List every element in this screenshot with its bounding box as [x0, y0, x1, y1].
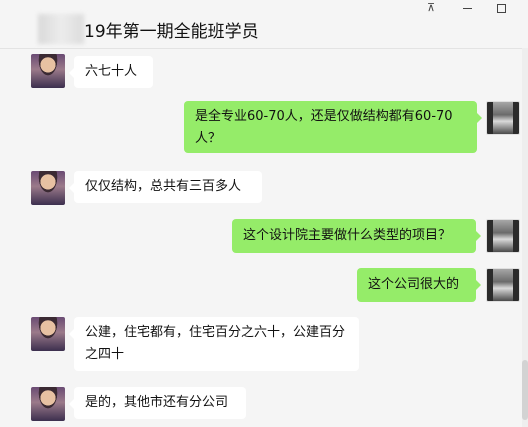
chat-title: 19年第一期全能班学员 [84, 22, 259, 42]
message-text: 这个公司很大的 [368, 277, 460, 292]
message-text: 公建，住宅都有，住宅百分之六十，公建百分之四十 [85, 325, 346, 362]
avatar[interactable] [31, 387, 65, 421]
maximize-icon[interactable] [490, 1, 512, 15]
avatar[interactable] [486, 219, 520, 253]
avatar[interactable] [31, 317, 65, 351]
message-text: 是的，其他市还有分公司 [85, 395, 229, 410]
message-bubble-outgoing: 是全专业60-70人，还是仅做结构都有60-70人？ [184, 101, 482, 153]
avatar[interactable] [486, 101, 520, 135]
message-text: 这个设计院主要做什么类型的项目？ [243, 228, 452, 243]
avatar[interactable] [31, 54, 65, 88]
message-bubble-incoming: 仅仅结构，总共有三百多人 [69, 171, 262, 203]
message-bubble-outgoing: 这个公司很大的 [357, 268, 481, 302]
message-bubble-incoming: 公建，住宅都有，住宅百分之六十，公建百分之四十 [69, 317, 359, 371]
message-text: 六七十人 [85, 64, 138, 79]
message-text: 是全专业60-70人，还是仅做结构都有60-70人？ [195, 109, 453, 146]
minimize-icon[interactable] [456, 1, 478, 15]
pin-icon[interactable]: ⊼ [420, 1, 442, 15]
message-bubble-incoming: 是的，其他市还有分公司 [69, 387, 246, 419]
scrollbar-thumb[interactable] [522, 360, 528, 420]
message-bubble-incoming: 六七十人 [69, 56, 153, 88]
avatar[interactable] [31, 171, 65, 205]
message-text: 仅仅结构，总共有三百多人 [85, 179, 242, 194]
title-bar: 19年第一期全能班学员 ⊼ [0, 0, 528, 49]
avatar[interactable] [486, 268, 520, 302]
message-bubble-outgoing: 这个设计院主要做什么类型的项目？ [232, 219, 481, 253]
blurred-name-area [38, 14, 84, 44]
